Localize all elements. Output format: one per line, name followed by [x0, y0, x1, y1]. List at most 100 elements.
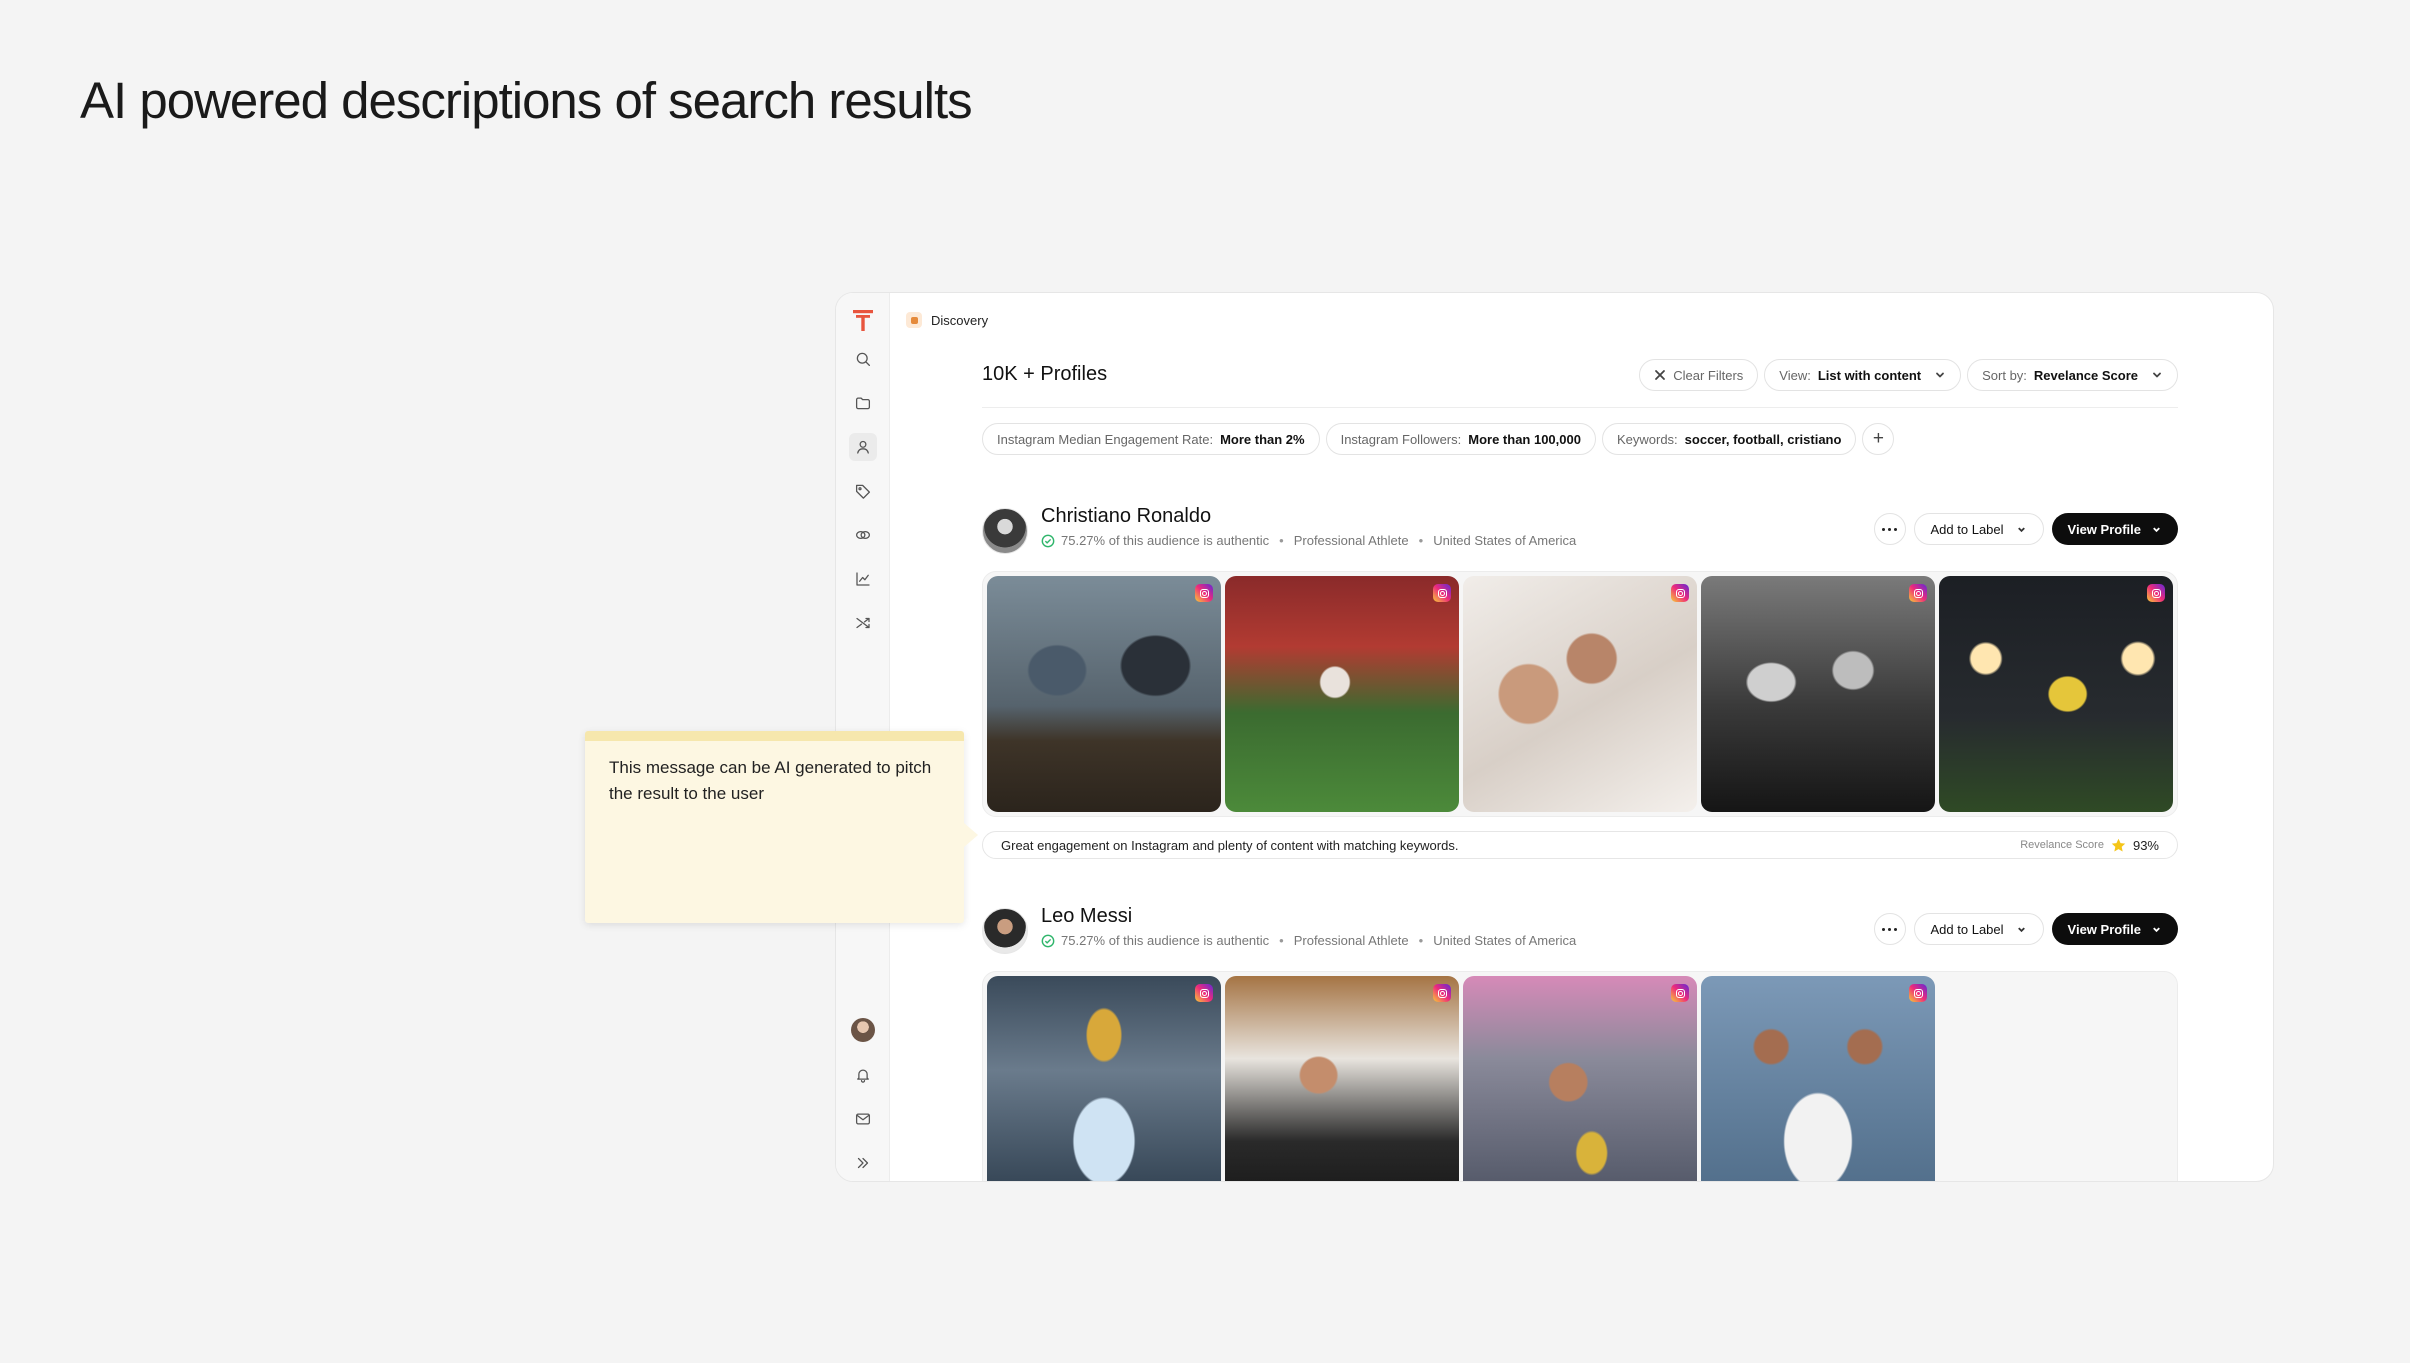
more-icon [1882, 527, 1886, 531]
breadcrumb: Discovery [906, 309, 988, 331]
sticky-note: This message can be AI generated to pitc… [585, 731, 964, 923]
post-thumbnail[interactable] [987, 976, 1221, 1181]
chevron-down-icon [2153, 926, 2160, 932]
more-button[interactable] [1873, 513, 1906, 545]
app-window: Discovery 10K + Profiles Clear Filters V… [835, 292, 2274, 1182]
sidebar-labels[interactable] [849, 477, 877, 505]
verified-check-icon [1041, 534, 1055, 547]
instagram-icon [1909, 584, 1927, 602]
chevron-down-icon [1936, 372, 1945, 378]
instagram-icon [1433, 984, 1451, 1002]
add-to-label-button[interactable]: Add to Label [1913, 513, 2044, 545]
ai-description-bar: Great engagement on Instagram and plenty… [982, 831, 2178, 859]
main-content: 10K + Profiles Clear Filters View: List w… [982, 293, 2178, 1181]
profile-avatar[interactable] [982, 508, 1028, 554]
link-icon [855, 530, 871, 540]
chevron-down-icon [2153, 372, 2161, 378]
authentic-pct: 75.27% [1061, 933, 1106, 948]
divider [982, 407, 2178, 408]
chart-icon [856, 572, 870, 586]
profile-category: Professional Athlete [1293, 533, 1409, 548]
relevance-score-value: 93% [2132, 837, 2159, 853]
sidebar-links[interactable] [849, 521, 877, 549]
instagram-icon [1433, 584, 1451, 602]
close-icon [1655, 370, 1666, 380]
chevrons-right-icon [857, 1157, 869, 1169]
bell-icon [857, 1069, 869, 1083]
profile-name[interactable]: Christiano Ronaldo [1041, 505, 1211, 528]
active-filters: Instagram Median Engagement Rate: More th… [982, 423, 1895, 455]
more-icon [1882, 927, 1886, 931]
sort-dropdown[interactable]: Sort by: Revelance Score [1967, 359, 2178, 391]
view-profile-button[interactable]: View Profile [2051, 913, 2178, 945]
profile-category: Professional Athlete [1293, 933, 1409, 948]
instagram-icon [1671, 984, 1689, 1002]
sidebar-search[interactable] [849, 345, 877, 373]
content-gallery [982, 971, 2178, 1181]
instagram-icon [1195, 584, 1213, 602]
profile-actions: Add to Label View Profile [1873, 513, 2178, 545]
profile-actions: Add to Label View Profile [1873, 913, 2178, 945]
instagram-icon [1671, 584, 1689, 602]
post-thumbnail[interactable] [1701, 976, 1935, 1181]
relevance-score: Revelance Score 93% [2020, 837, 2159, 853]
shuffle-icon [856, 617, 870, 629]
more-button[interactable] [1873, 913, 1906, 945]
add-to-label-button[interactable]: Add to Label [1913, 913, 2044, 945]
profile-avatar[interactable] [982, 908, 1028, 954]
search-icon [856, 352, 871, 367]
app-logo-icon[interactable] [850, 307, 876, 333]
add-filter-button[interactable]: + [1862, 423, 1895, 455]
sidebar-analytics[interactable] [849, 565, 877, 593]
user-icon [857, 440, 869, 454]
authentic-text: of this audience is authentic [1108, 933, 1270, 948]
sidebar-shuffle[interactable] [849, 609, 877, 637]
tag-icon [855, 484, 871, 499]
post-thumbnail[interactable] [987, 576, 1221, 812]
post-thumbnail[interactable] [1463, 976, 1697, 1181]
profile-header: Leo Messi 75.27% of this audience is aut… [982, 905, 2178, 955]
profile-meta: 75.27% of this audience is authentic • P… [1041, 533, 1576, 548]
sidebar-discovery[interactable] [849, 433, 877, 461]
toolbar: Clear Filters View: List with content Sor… [1639, 359, 2178, 391]
instagram-icon [1195, 984, 1213, 1002]
post-thumbnail[interactable] [1939, 576, 2173, 812]
clear-filters-button[interactable]: Clear Filters [1639, 359, 1759, 391]
profile-name[interactable]: Leo Messi [1041, 905, 1132, 928]
instagram-icon [1909, 984, 1927, 1002]
sidebar-projects[interactable] [849, 389, 877, 417]
profile-meta: 75.27% of this audience is authentic • P… [1041, 933, 1576, 948]
chevron-down-icon [2017, 926, 2025, 932]
results-count: 10K + Profiles [982, 363, 1108, 385]
post-thumbnail[interactable] [1225, 576, 1459, 812]
mail-icon [855, 1113, 871, 1125]
sticky-note-pointer [964, 823, 978, 847]
star-icon [2111, 838, 2126, 852]
view-dropdown[interactable]: View: List with content [1764, 359, 1962, 391]
sidebar-expand[interactable] [849, 1149, 877, 1177]
instagram-icon [2147, 584, 2165, 602]
post-thumbnail[interactable] [1701, 576, 1935, 812]
sidebar-messages[interactable] [849, 1105, 877, 1133]
authentic-pct: 75.27% [1061, 533, 1106, 548]
content-gallery [982, 571, 2178, 817]
post-thumbnail[interactable] [1463, 576, 1697, 812]
ai-description: Great engagement on Instagram and plenty… [1001, 837, 1459, 853]
profile-country: United States of America [1433, 533, 1577, 548]
view-profile-button[interactable]: View Profile [2051, 513, 2178, 545]
sidebar-notifications[interactable] [849, 1061, 877, 1089]
folder-icon [855, 397, 871, 410]
post-thumbnail[interactable] [1225, 976, 1459, 1181]
authentic-text: of this audience is authentic [1108, 533, 1270, 548]
filter-engagement-rate[interactable]: Instagram Median Engagement Rate: More th… [982, 423, 1320, 455]
user-avatar[interactable] [851, 1018, 875, 1042]
filter-followers[interactable]: Instagram Followers: More than 100,000 [1325, 423, 1596, 455]
profile-header: Christiano Ronaldo 75.27% of this audien… [982, 505, 2178, 555]
breadcrumb-discovery[interactable]: Discovery [931, 313, 988, 328]
chevron-down-icon [2017, 526, 2025, 532]
discovery-icon [906, 312, 922, 328]
verified-check-icon [1041, 934, 1055, 947]
filter-keywords[interactable]: Keywords: soccer, football, cristiano [1601, 423, 1857, 455]
page-headline: AI powered descriptions of search result… [80, 72, 973, 129]
chevron-down-icon [2153, 526, 2160, 532]
